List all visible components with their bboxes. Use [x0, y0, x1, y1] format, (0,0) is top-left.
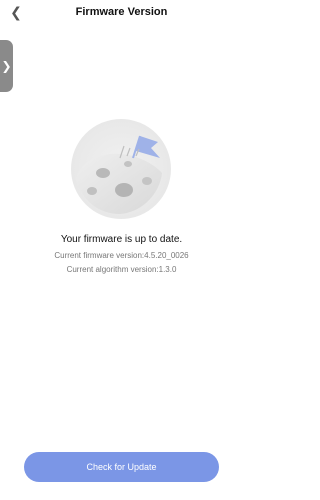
page-title: Firmware Version: [75, 6, 168, 18]
algorithm-version-text: Current algorithm version:1.3.0: [66, 265, 177, 274]
chevron-right-icon: ❯: [1, 59, 12, 73]
moon-flag-illustration: [70, 118, 172, 220]
status-message: Your firmware is up to date.: [60, 234, 183, 245]
firmware-version-text: Current firmware version:4.5.20_0026: [54, 251, 189, 260]
side-expand-tab[interactable]: ❯: [0, 40, 13, 92]
top-bar: ❮ Firmware Version: [0, 0, 243, 26]
check-for-update-button[interactable]: Check for Update: [24, 452, 219, 482]
